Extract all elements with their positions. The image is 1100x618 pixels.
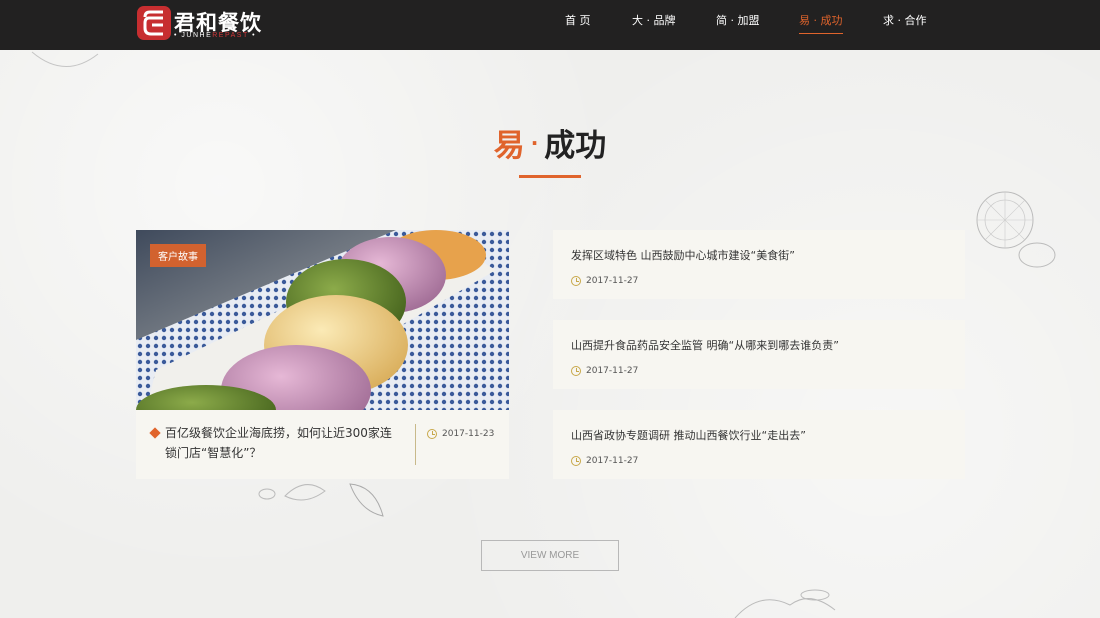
news-item-title[interactable]: 山西提升食品药品安全监管 明确“从哪来到哪去谁负责” xyxy=(571,337,839,353)
logo-subtitle: • JUNHEREPAST • xyxy=(174,32,257,39)
featured-article-title[interactable]: 百亿级餐饮企业海底捞，如何让近300家连锁门店“智慧化”？ xyxy=(165,423,397,463)
clock-icon xyxy=(427,429,437,439)
plate-sketch-decoration xyxy=(31,51,99,67)
diamond-bullet-icon xyxy=(149,427,161,439)
news-item[interactable]: 山西提升食品药品安全监管 明确“从哪来到哪去谁负责” 2017-11-27 xyxy=(553,320,965,389)
logo-mark-icon xyxy=(137,6,171,40)
news-item-title[interactable]: 山西省政协专题调研 推动山西餐饮行业“走出去” xyxy=(571,427,806,443)
featured-article-card[interactable]: 客户故事 百亿级餐饮企业海底捞，如何让近300家连锁门店“智慧化”？ 2017-… xyxy=(136,230,509,479)
section-title: 易 · 成功 xyxy=(0,120,1100,165)
nav-item-franchise[interactable]: 简 · 加盟 xyxy=(716,12,760,33)
news-item[interactable]: 发挥区域特色 山西鼓励中心城市建设“美食街” 2017-11-27 xyxy=(553,230,965,299)
featured-article-image[interactable]: 客户故事 xyxy=(136,230,509,410)
clock-icon xyxy=(571,366,581,376)
logo-sub-white: JUNHE xyxy=(181,32,213,39)
section-title-accent: 易 xyxy=(493,128,525,164)
clock-icon xyxy=(571,456,581,466)
news-item-date: 2017-11-27 xyxy=(586,276,639,286)
news-item-title[interactable]: 发挥区域特色 山西鼓励中心城市建设“美食街” xyxy=(571,247,795,263)
category-badge[interactable]: 客户故事 xyxy=(150,244,206,267)
nav-item-home[interactable]: 首 页 xyxy=(565,12,591,33)
top-navigation-bar: 君和餐饮 • JUNHEREPAST • 首 页 大 · 品牌 简 · 加盟 易… xyxy=(0,0,1100,50)
nav-item-cooperation[interactable]: 求 · 合作 xyxy=(883,12,927,33)
leaf-sketch-decoration xyxy=(258,483,384,517)
news-item-date: 2017-11-27 xyxy=(586,366,639,376)
brand-logo[interactable]: 君和餐饮 • JUNHEREPAST • xyxy=(136,5,276,43)
section-title-rest: 成功 xyxy=(544,128,607,164)
news-item-date: 2017-11-27 xyxy=(586,456,639,466)
divider xyxy=(415,424,416,465)
nav-item-success[interactable]: 易 · 成功 xyxy=(799,12,843,34)
logo-sub-red: REPAST xyxy=(212,32,249,39)
section-title-underline xyxy=(519,175,581,178)
food-sketch-decoration xyxy=(976,191,1056,268)
featured-article-date: 2017-11-23 xyxy=(442,429,495,439)
section-title-dot: · xyxy=(530,131,539,155)
clock-icon xyxy=(571,276,581,286)
view-more-button[interactable]: VIEW MORE xyxy=(481,540,619,571)
nav-item-brand[interactable]: 大 · 品牌 xyxy=(632,12,676,33)
news-item[interactable]: 山西省政协专题调研 推动山西餐饮行业“走出去” 2017-11-27 xyxy=(553,410,965,479)
bowl-sketch-decoration xyxy=(734,589,836,618)
